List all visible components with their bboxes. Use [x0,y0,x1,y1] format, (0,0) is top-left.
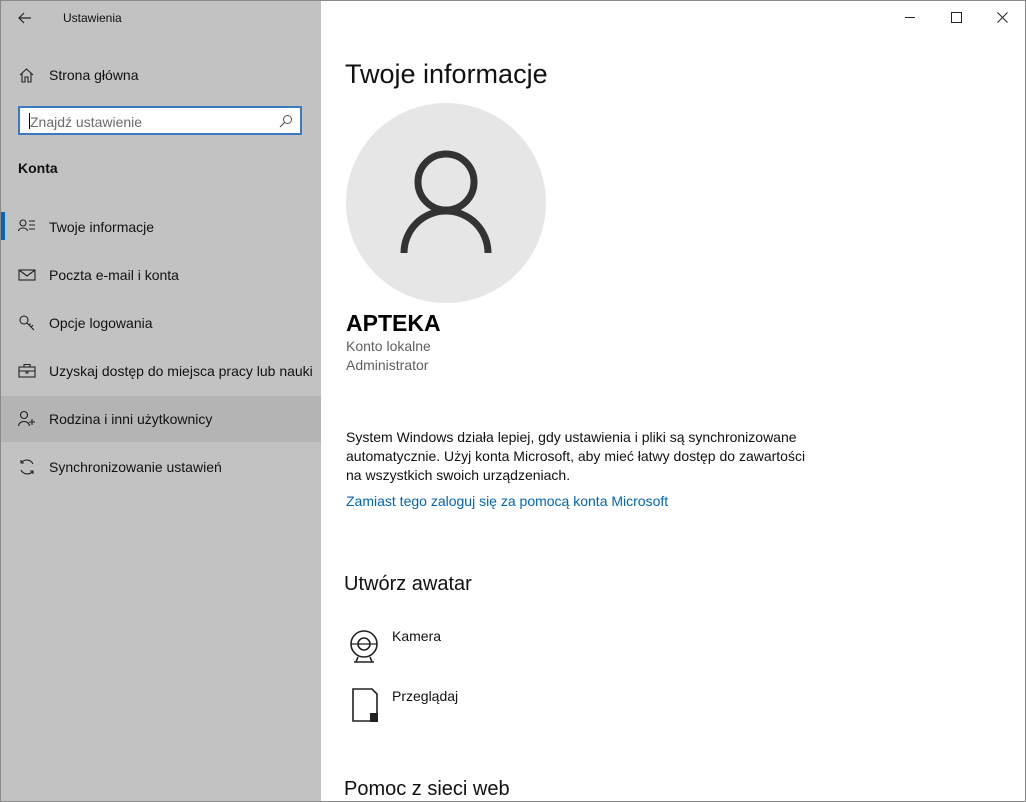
browse-file-icon [352,688,378,722]
maximize-button[interactable] [933,1,979,34]
mail-icon [18,269,36,281]
sidebar-item-family-users[interactable]: Rodzina i inni użytkownicy [1,396,321,442]
section-label: Konta [18,160,58,176]
sidebar-item-sync-settings[interactable]: Synchronizowanie ustawień [1,444,321,490]
back-button[interactable] [9,5,41,31]
user-name: APTEKA [346,310,441,336]
account-type: Konto lokalne [346,338,431,354]
home-icon [19,68,34,83]
search-icon[interactable] [279,114,293,128]
sidebar-item-email-accounts[interactable]: Poczta e-mail i konta [1,252,321,298]
web-help-heading: Pomoc z sieci web [344,778,510,800]
microsoft-signin-link[interactable]: Zamiast tego zaloguj się za pomocą konta… [346,493,668,509]
page-title: Twoje informacje [345,59,548,89]
camera-option[interactable]: Kamera [346,628,646,672]
create-avatar-heading: Utwórz awatar [344,573,472,595]
sidebar-item-work-school[interactable]: Uzyskaj dostęp do miejsca pracy lub nauk… [1,348,321,394]
browse-label: Przeglądaj [392,688,459,704]
search-input[interactable] [28,111,272,133]
browse-option[interactable]: Przeglądaj [346,688,646,732]
maximize-icon [950,12,962,23]
search-box[interactable] [18,106,302,135]
key-icon [19,315,35,331]
close-icon [996,12,1008,23]
sidebar-item-label: Poczta e-mail i konta [49,267,179,283]
selection-indicator [1,212,5,240]
sidebar-item-label: Uzyskaj dostęp do miejsca pracy lub nauk… [49,363,313,379]
home-link[interactable]: Strona główna [1,57,321,93]
app-title: Ustawienia [63,11,122,25]
sidebar-item-label: Opcje logowania [49,315,153,331]
person-list-icon [18,219,35,232]
close-button[interactable] [979,1,1025,34]
sidebar-item-label: Rodzina i inni użytkownicy [49,411,213,427]
settings-window: Ustawienia Strona główna Konta [0,0,1026,802]
sidebar-item-label: Twoje informacje [49,219,155,235]
user-silhouette-icon [400,150,492,254]
text-caret [29,113,30,129]
sidebar: Ustawienia Strona główna Konta [1,1,321,801]
person-add-icon [18,410,35,427]
camera-icon [350,630,378,663]
avatar [346,103,546,303]
title-bar: Ustawienia [1,1,321,35]
home-label: Strona główna [49,67,139,83]
account-role: Administrator [346,357,429,373]
main-content: Twoje informacje APTEKA Konto lokalne Ad… [321,1,1025,801]
sync-info-text: System Windows działa lepiej, gdy ustawi… [346,429,806,483]
camera-label: Kamera [392,628,442,644]
back-arrow-icon [18,12,31,24]
sidebar-item-your-info[interactable]: Twoje informacje [1,204,321,250]
minimize-icon [904,17,915,18]
briefcase-icon [18,363,36,378]
minimize-button[interactable] [887,1,933,34]
sync-icon [20,459,34,475]
sidebar-item-label: Synchronizowanie ustawień [49,459,222,475]
sidebar-item-sign-in-options[interactable]: Opcje logowania [1,300,321,346]
